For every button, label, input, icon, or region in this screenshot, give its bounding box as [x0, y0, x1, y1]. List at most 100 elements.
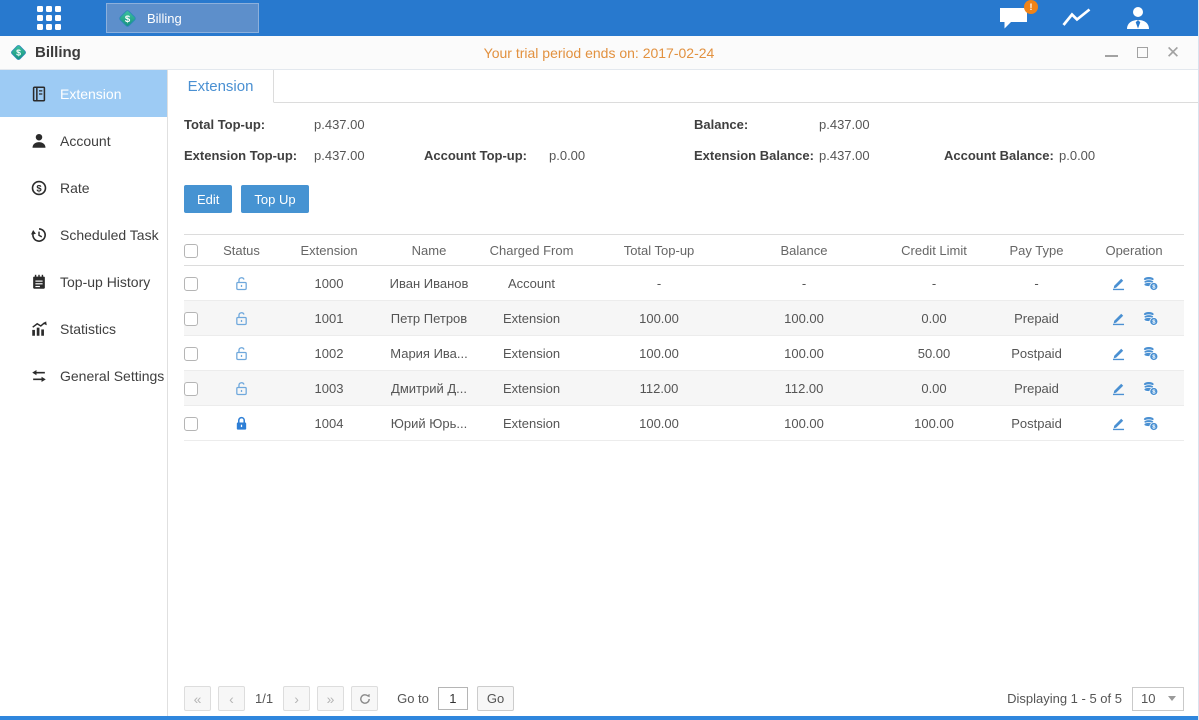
- goto-label: Go to: [397, 691, 429, 706]
- balance-value: p.437.00: [819, 117, 944, 132]
- billing-app-icon: [117, 8, 138, 29]
- edit-button[interactable]: Edit: [184, 185, 232, 213]
- window-content: Extension Account Rate Scheduled Task To…: [0, 70, 1198, 716]
- sidebar-item-general-settings[interactable]: General Settings: [0, 352, 167, 399]
- page-size-select[interactable]: 10: [1132, 687, 1184, 711]
- credit-limit-cell: 0.00: [879, 311, 989, 326]
- pagination-right: Displaying 1 - 5 of 5 10: [1007, 687, 1184, 711]
- app-launcher-button[interactable]: [35, 4, 63, 32]
- header-extension: Extension: [274, 243, 384, 258]
- billing-app-window: Billing !: [0, 0, 1199, 720]
- tab-extension[interactable]: Extension: [168, 70, 274, 103]
- unlocked-status-icon: [233, 275, 250, 292]
- displaying-info: Displaying 1 - 5 of 5: [1007, 691, 1122, 706]
- extension-balance-label: Extension Balance:: [694, 148, 819, 163]
- row-checkbox[interactable]: [184, 382, 198, 396]
- row-checkbox[interactable]: [184, 277, 198, 291]
- sidebar-item-extension[interactable]: Extension: [0, 70, 167, 117]
- header-total-topup: Total Top-up: [589, 243, 729, 258]
- extension-cell: 1000: [274, 276, 384, 291]
- account-balance-value: p.0.00: [1059, 148, 1184, 163]
- header-balance: Balance: [729, 243, 879, 258]
- account-balance-label: Account Balance:: [944, 148, 1059, 163]
- row-operations: [1084, 380, 1184, 397]
- unlocked-status-icon: [233, 380, 250, 397]
- header-credit-limit: Credit Limit: [879, 243, 989, 258]
- row-checkbox[interactable]: [184, 312, 198, 326]
- resource-monitor-button[interactable]: [1061, 6, 1092, 30]
- taskbar-tab-billing[interactable]: Billing: [106, 3, 259, 33]
- prev-page-button[interactable]: ‹: [218, 686, 245, 711]
- topup-extension-icon[interactable]: [1142, 380, 1159, 397]
- next-page-button[interactable]: ›: [283, 686, 310, 711]
- pay-type-cell: Postpaid: [989, 346, 1084, 361]
- pagination-bar: « ‹ 1/1 › » Go to Go Displaying 1 - 5 of…: [184, 686, 1184, 711]
- sidebar-item-rate[interactable]: Rate: [0, 164, 167, 211]
- header-operation: Operation: [1084, 243, 1184, 258]
- extension-topup-label: Extension Top-up:: [184, 148, 314, 163]
- top-up-button[interactable]: Top Up: [241, 185, 308, 213]
- topup-extension-icon[interactable]: [1142, 275, 1159, 292]
- trial-notice: Your trial period ends on: 2017-02-24: [0, 45, 1198, 61]
- row-checkbox[interactable]: [184, 417, 198, 431]
- extension-icon: [30, 85, 48, 103]
- name-cell: Иван Иванов: [384, 276, 474, 291]
- credit-limit-cell: -: [879, 276, 989, 291]
- topup-history-icon: [30, 273, 48, 291]
- minimize-button[interactable]: [1104, 46, 1118, 60]
- edit-extension-icon[interactable]: [1110, 415, 1127, 432]
- pay-type-cell: Prepaid: [989, 381, 1084, 396]
- pay-type-cell: -: [989, 276, 1084, 291]
- header-pay-type: Pay Type: [989, 243, 1084, 258]
- close-button[interactable]: ✕: [1166, 46, 1180, 60]
- line-chart-icon: [1061, 6, 1092, 30]
- row-operations: [1084, 310, 1184, 327]
- balance-label: Balance:: [694, 117, 819, 132]
- edit-extension-icon[interactable]: [1110, 275, 1127, 292]
- row-operations: [1084, 275, 1184, 292]
- edit-extension-icon[interactable]: [1110, 310, 1127, 327]
- topup-extension-icon[interactable]: [1142, 415, 1159, 432]
- notifications-button[interactable]: !: [998, 6, 1029, 31]
- sidebar-item-scheduled-task[interactable]: Scheduled Task: [0, 211, 167, 258]
- row-checkbox[interactable]: [184, 347, 198, 361]
- user-account-button[interactable]: [1124, 5, 1152, 31]
- total-topup-label: Total Top-up:: [184, 117, 314, 132]
- last-page-button[interactable]: »: [317, 686, 344, 711]
- credit-limit-cell: 100.00: [879, 416, 989, 431]
- balance-cell: 100.00: [729, 416, 879, 431]
- select-all-checkbox[interactable]: [184, 244, 198, 258]
- total-topup-cell: 100.00: [589, 346, 729, 361]
- go-button[interactable]: Go: [477, 686, 514, 711]
- balance-cell: 100.00: [729, 346, 879, 361]
- table-row: 1004 Юрий Юрь... Extension 100.00 100.00…: [184, 406, 1184, 441]
- person-icon: [1124, 5, 1152, 31]
- goto-page-input[interactable]: [438, 687, 468, 710]
- scheduled-task-icon: [30, 226, 48, 244]
- extension-cell: 1003: [274, 381, 384, 396]
- edit-extension-icon[interactable]: [1110, 345, 1127, 362]
- maximize-button[interactable]: [1135, 46, 1149, 60]
- name-cell: Мария Ива...: [384, 346, 474, 361]
- charged-from-cell: Extension: [474, 346, 589, 361]
- credit-limit-cell: 0.00: [879, 381, 989, 396]
- sidebar-item-topup-history[interactable]: Top-up History: [0, 258, 167, 305]
- action-buttons: Edit Top Up: [184, 185, 1184, 213]
- topup-extension-icon[interactable]: [1142, 310, 1159, 327]
- refresh-icon: [358, 692, 372, 706]
- sidebar-item-statistics[interactable]: Statistics: [0, 305, 167, 352]
- total-topup-cell: 112.00: [589, 381, 729, 396]
- notification-badge: !: [1024, 0, 1038, 14]
- sidebar-item-account[interactable]: Account: [0, 117, 167, 164]
- topup-extension-icon[interactable]: [1142, 345, 1159, 362]
- taskbar-tab-label: Billing: [147, 11, 182, 26]
- edit-extension-icon[interactable]: [1110, 380, 1127, 397]
- topbar-right-icons: !: [998, 5, 1152, 31]
- total-topup-cell: -: [589, 276, 729, 291]
- page-indicator: 1/1: [255, 691, 273, 706]
- chevron-down-icon: [1168, 696, 1176, 701]
- first-page-button[interactable]: «: [184, 686, 211, 711]
- table-header-row: Status Extension Name Charged From Total…: [184, 234, 1184, 266]
- refresh-button[interactable]: [351, 686, 378, 711]
- name-cell: Юрий Юрь...: [384, 416, 474, 431]
